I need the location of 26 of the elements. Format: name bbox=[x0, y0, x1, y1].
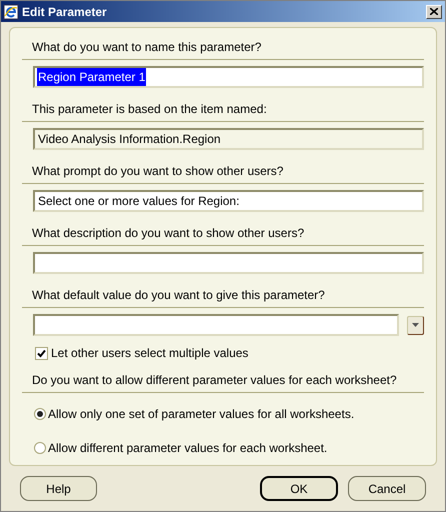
caret-icon bbox=[412, 323, 419, 327]
section-label: This parameter is based on the item named: bbox=[31, 101, 268, 118]
window-title: Edit Parameter bbox=[22, 4, 108, 20]
dropdown-button[interactable] bbox=[407, 316, 424, 334]
dialog-button[interactable]: Help bbox=[20, 476, 97, 501]
input-field[interactable] bbox=[33, 252, 424, 274]
close-button[interactable] bbox=[426, 4, 442, 18]
radio-button[interactable] bbox=[34, 408, 46, 420]
close-icon bbox=[430, 8, 438, 15]
input-field[interactable]: Select one or more values for Region: bbox=[33, 190, 424, 212]
dialog-button[interactable]: Cancel bbox=[348, 476, 426, 501]
section-label: What description do you want to show other users? bbox=[31, 225, 306, 242]
readonly-field: Video Analysis Information.Region bbox=[33, 128, 424, 150]
input-field[interactable]: Region Parameter 1 bbox=[33, 66, 424, 88]
radio-label: Allow only one set of parameter values for all worksheets. bbox=[48, 406, 354, 423]
input-field[interactable] bbox=[33, 314, 399, 336]
section-label: What do you want to name this parameter? bbox=[31, 39, 262, 56]
checkbox-label: Let other users select multiple values bbox=[51, 345, 248, 362]
checkbox[interactable] bbox=[35, 346, 48, 360]
radio-label: Allow different parameter values for each worksheet. bbox=[48, 440, 328, 457]
app-icon bbox=[3, 4, 19, 20]
radio-button[interactable] bbox=[34, 442, 46, 454]
dialog-button[interactable]: OK bbox=[260, 476, 338, 501]
section-label: What default value do you want to give this parameter? bbox=[31, 287, 326, 304]
section-label: Do you want to allow different parameter values for each worksheet? bbox=[31, 372, 398, 389]
section-label: What prompt do you want to show other users? bbox=[31, 163, 284, 180]
